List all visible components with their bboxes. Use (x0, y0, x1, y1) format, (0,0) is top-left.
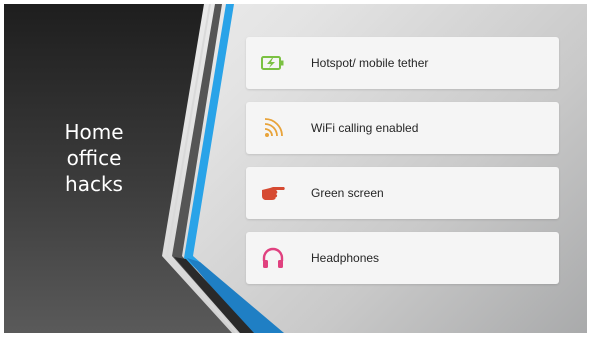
card-label-wifi-calling: WiFi calling enabled (311, 121, 419, 135)
slide-title: Home office hacks (44, 119, 144, 197)
battery-charging-icon (260, 51, 286, 75)
wifi-signal-icon (260, 116, 286, 140)
card-hotspot: Hotspot/ mobile tether (246, 37, 559, 89)
title-line-1: Home (64, 120, 124, 144)
card-headphones: Headphones (246, 232, 559, 284)
card-label-green-screen: Green screen (311, 186, 384, 200)
title-line-2: office (66, 146, 122, 170)
card-wifi-calling: WiFi calling enabled (246, 102, 559, 154)
headphones-icon (260, 246, 286, 270)
card-label-headphones: Headphones (311, 251, 380, 265)
pointing-hand-icon (260, 181, 286, 205)
card-green-screen: Green screen (246, 167, 559, 219)
slide: Home office hacks Hotspot/ mobile tether… (4, 4, 587, 333)
title-line-3: hacks (65, 172, 123, 196)
card-label-hotspot: Hotspot/ mobile tether (311, 56, 429, 70)
